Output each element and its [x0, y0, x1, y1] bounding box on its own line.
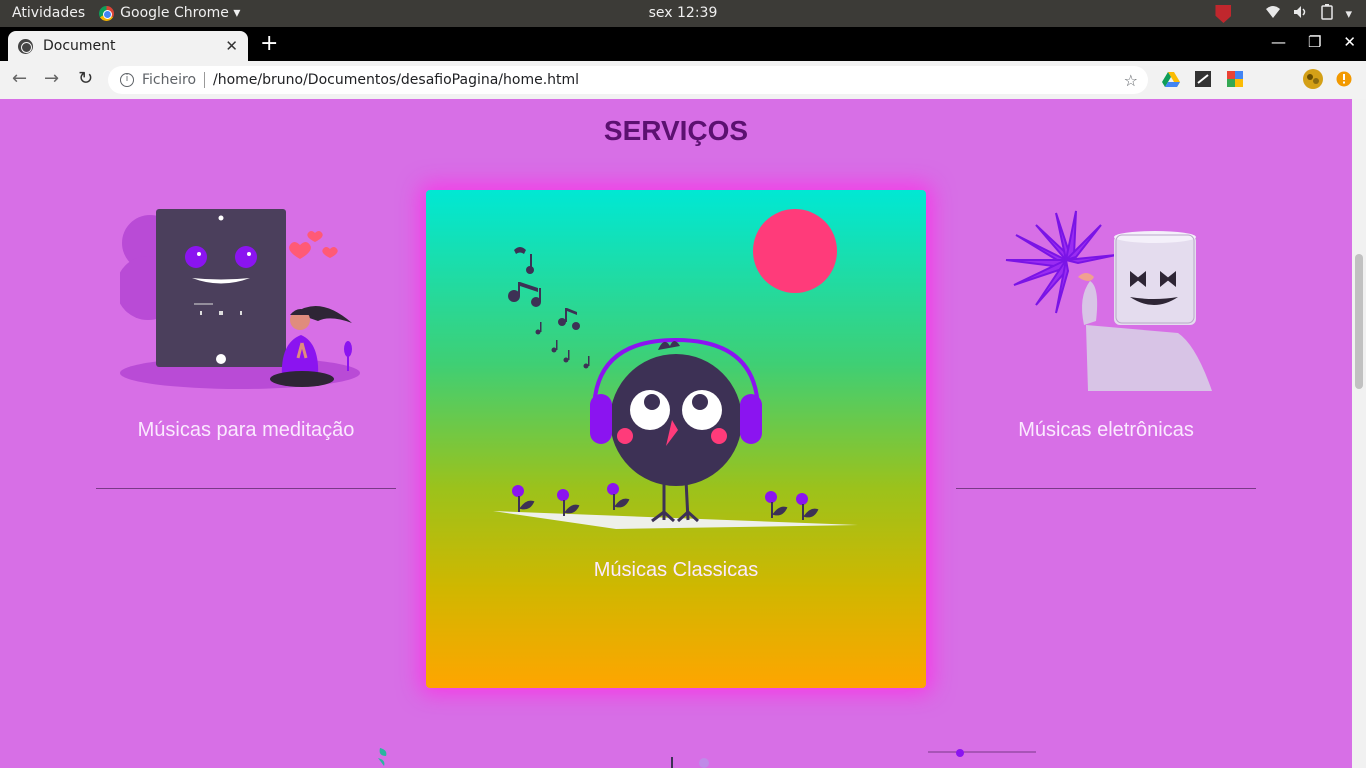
- reload-icon[interactable]: ↻: [78, 68, 93, 89]
- drive-icon[interactable]: [1162, 70, 1180, 88]
- shield-icon[interactable]: [1215, 5, 1232, 23]
- globe-icon: [18, 38, 33, 54]
- alert-icon[interactable]: [1336, 71, 1352, 87]
- system-menu-chevron-icon[interactable]: ▾: [1345, 7, 1352, 22]
- card-divider: [96, 488, 396, 489]
- meditation-illustration: [120, 209, 360, 389]
- marshmello-illustration: [1005, 210, 1212, 391]
- info-icon[interactable]: i: [120, 73, 134, 87]
- close-icon[interactable]: ✕: [225, 37, 238, 55]
- section-title: SERVIÇOS: [603, 115, 749, 146]
- scrollbar-thumb[interactable]: [1355, 254, 1363, 389]
- card-label-classical: Músicas Classicas: [593, 559, 759, 581]
- decorative-slider-icon: [928, 749, 1036, 757]
- card-label-meditation: Músicas para meditação: [137, 419, 355, 441]
- wifi-icon[interactable]: [1265, 5, 1281, 23]
- card-divider: [956, 488, 1256, 489]
- address-separator: [204, 72, 206, 88]
- address-scheme: Ficheiro: [142, 72, 197, 88]
- featured-card-classical[interactable]: Músicas Classicas: [426, 190, 926, 688]
- clock[interactable]: sex 12:39: [649, 5, 718, 21]
- restore-icon[interactable]: ❐: [1308, 33, 1321, 51]
- browser-tab[interactable]: Document ✕: [8, 31, 248, 61]
- bird-headphones-illustration: [493, 209, 858, 529]
- avatar-icon[interactable]: [1302, 68, 1324, 90]
- minimize-icon[interactable]: —: [1271, 33, 1286, 51]
- back-icon[interactable]: ←: [12, 68, 27, 89]
- browser-toolbar: ← → ↻ i Ficheiro /home/bruno/Documentos/…: [0, 61, 1366, 99]
- plus-icon[interactable]: +: [260, 31, 278, 56]
- extension-icon[interactable]: [1226, 70, 1244, 88]
- forward-icon[interactable]: →: [44, 68, 59, 89]
- decorative-figure-icon: [671, 757, 709, 768]
- window-close-icon[interactable]: ✕: [1343, 33, 1356, 51]
- volume-icon[interactable]: [1293, 5, 1309, 23]
- battery-icon[interactable]: [1321, 4, 1334, 24]
- page-scrollbar[interactable]: [1352, 99, 1366, 768]
- address-path: /home/bruno/Documentos/desafioPagina/hom…: [213, 72, 580, 88]
- star-icon[interactable]: ☆: [1124, 71, 1138, 90]
- tab-title: Document: [43, 38, 116, 54]
- tab-strip: Document ✕ + — ❐ ✕: [0, 27, 1366, 61]
- card-label-electronic: Músicas eletrônicas: [1018, 419, 1194, 441]
- address-bar[interactable]: i Ficheiro /home/bruno/Documentos/desafi…: [108, 66, 1148, 94]
- extension-icon[interactable]: [1194, 70, 1212, 88]
- page-content: SERVIÇOS Músicas para meditação Músicas …: [0, 99, 1352, 768]
- decorative-leaf-icon: [378, 748, 387, 766]
- system-top-bar: Atividades Google Chrome ▾ sex 12:39 ▾: [0, 0, 1366, 27]
